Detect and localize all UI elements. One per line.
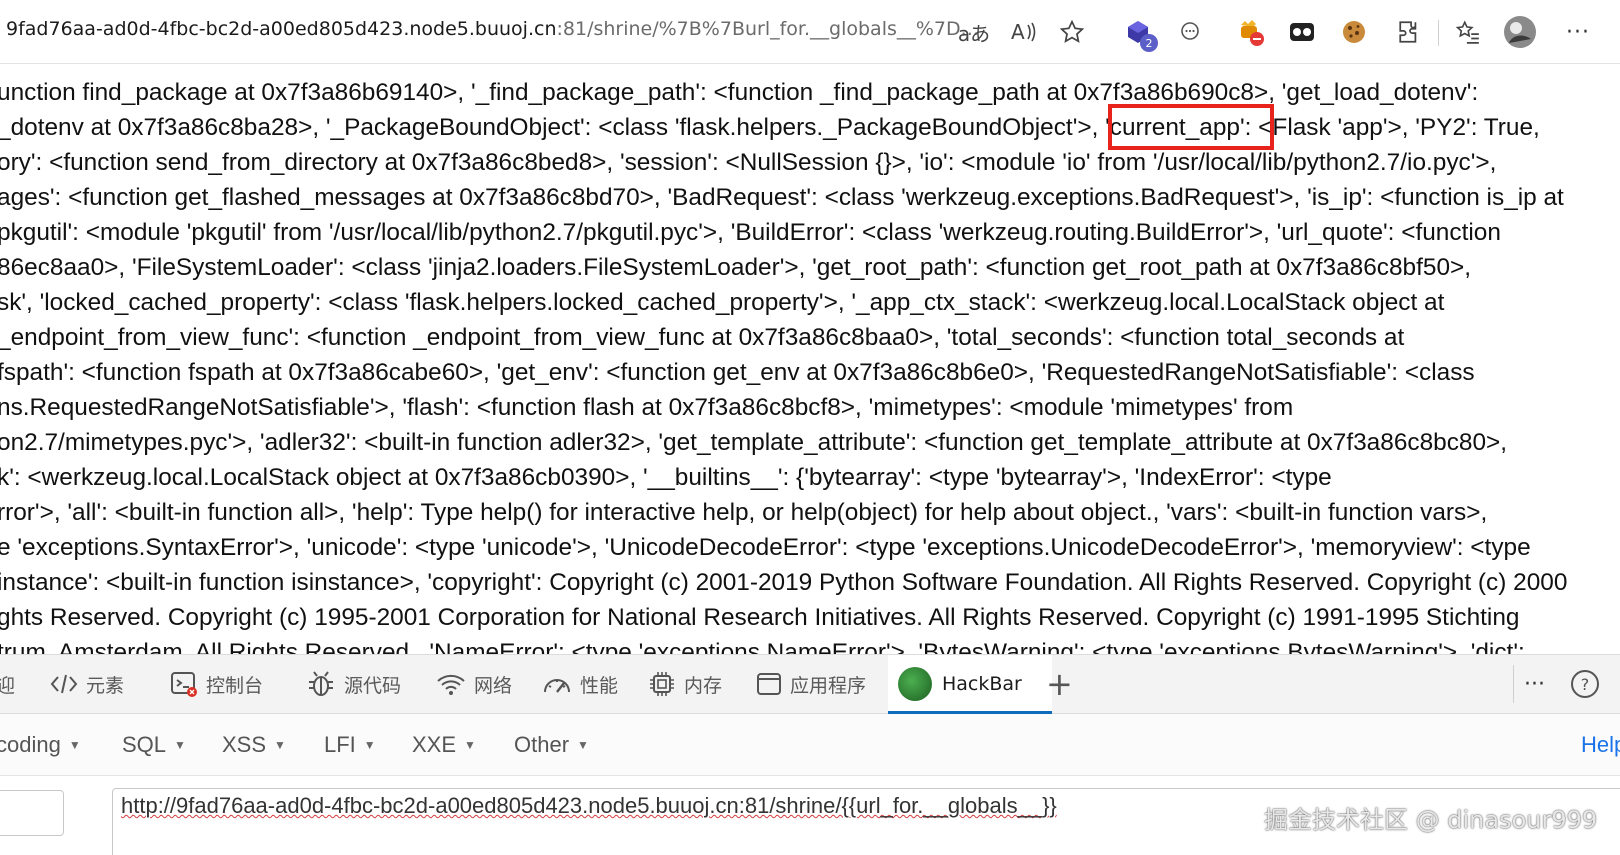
translate-icon[interactable]: aあ: [956, 14, 992, 50]
tab-elements[interactable]: 元素: [50, 655, 124, 713]
menu-xxe-label: XXE: [412, 732, 457, 757]
output-line: _dotenv at 0x7f3a86c8ba28>, '_PackageBou…: [0, 114, 1540, 141]
tab-console[interactable]: 控制台: [170, 655, 263, 713]
menu-encoding[interactable]: coding ▼: [0, 714, 81, 776]
output-line: on2.7/mimetypes.pyc'>, 'adler32': <built…: [0, 429, 1508, 456]
tab-network-label: 网络: [474, 674, 513, 697]
cookie-icon[interactable]: [1336, 14, 1372, 50]
extensions-puzzle-icon[interactable]: [1392, 14, 1428, 50]
output-line: ghts Reserved. Copyright (c) 1995-2001 C…: [0, 604, 1520, 631]
output-line: e 'exceptions.SyntaxError'>, 'unicode': …: [0, 534, 1531, 561]
menu-encoding-label: coding: [0, 732, 61, 757]
tab-hackbar-label: HackBar: [942, 673, 1022, 695]
blocked-extension-icon[interactable]: [1232, 14, 1268, 50]
menu-sql-label: SQL: [122, 732, 167, 757]
output-line: pkgutil': <module 'pkgutil' from '/usr/l…: [0, 219, 1501, 246]
help-circle-icon: ?: [1571, 670, 1599, 698]
current-app-highlight: [1108, 104, 1274, 150]
tab-welcome[interactable]: 迎: [0, 655, 15, 713]
menu-other-label: Other: [514, 732, 570, 757]
extension-badge: 2: [1140, 34, 1158, 52]
url-path: :81/shrine/%7B%7Burl_for.__globals__%7D.…: [556, 18, 979, 40]
output-line: rror'>, 'all': <built-in function all>, …: [0, 499, 1488, 526]
output-line: trum, Amsterdam. All Rights Reserved., '…: [0, 639, 1525, 654]
tab-welcome-label: 迎: [0, 674, 16, 697]
chevron-down-icon: ▼: [174, 738, 186, 752]
url-host: 9fad76aa-ad0d-4fbc-bc2d-a00ed805d423.nod…: [6, 18, 557, 40]
address-bar: 9fad76aa-ad0d-4fbc-bc2d-a00ed805d423.nod…: [0, 0, 1620, 64]
tab-elements-label: 元素: [86, 674, 125, 697]
read-aloud-icon[interactable]: A: [1006, 14, 1042, 50]
page-content: unction find_package at 0x7f3a86b69140>,…: [0, 64, 1620, 654]
add-tab-label: +: [1046, 665, 1073, 703]
toolbar-separator: [1438, 20, 1439, 46]
output-line: _endpoint_from_view_func': <function _en…: [0, 324, 1405, 351]
output-line: unction find_package at 0x7f3a86b69140>,…: [0, 79, 1479, 106]
tab-console-label: 控制台: [206, 674, 264, 697]
hackbar-url-text: http://9fad76aa-ad0d-4fbc-bc2d-a00ed805d…: [121, 793, 1057, 819]
tab-performance-label: 性能: [580, 674, 619, 697]
output-line: instance': <built-in function isinstance…: [0, 569, 1568, 596]
output-line: ns.RequestedRangeNotSatisfiable'>, 'flas…: [0, 394, 1294, 421]
output-line: 86ec8aa0>, 'FileSystemLoader': <class 'j…: [0, 254, 1472, 281]
elements-icon: [50, 673, 78, 695]
url-field[interactable]: 9fad76aa-ad0d-4fbc-bc2d-a00ed805d423.nod…: [6, 18, 979, 40]
output-line: k': <werkzeug.local.LocalStack object at…: [0, 464, 1332, 491]
menu-xxe[interactable]: XXE ▼: [412, 714, 476, 776]
menu-sql[interactable]: SQL ▼: [122, 714, 186, 776]
output-line: fspath': <function fspath at 0x7f3a86cab…: [0, 359, 1475, 386]
wifi-icon: [436, 672, 466, 696]
devtools-more-button[interactable]: ···: [1524, 655, 1545, 713]
hackbar-help-label: Help: [1581, 732, 1620, 757]
hackbar-action-box[interactable]: [0, 790, 64, 836]
menu-lfi[interactable]: LFI ▼: [324, 714, 376, 776]
chevron-down-icon: ▼: [363, 738, 376, 752]
sources-bug-icon: [306, 670, 336, 698]
menu-other[interactable]: Other ▼: [514, 714, 589, 776]
chevron-down-icon: ▼: [274, 738, 286, 752]
menu-xss[interactable]: XSS ▼: [222, 714, 286, 776]
devtools-more-label: ···: [1524, 671, 1545, 697]
tab-memory[interactable]: 内存: [648, 655, 722, 713]
add-tab-button[interactable]: +: [1046, 655, 1073, 713]
output-line: ages': <function get_flashed_messages at…: [0, 184, 1564, 211]
dark-reader-icon[interactable]: [1284, 14, 1320, 50]
chevron-down-icon: ▼: [577, 738, 589, 752]
devtools-tab-strip: 迎 元素 控制台 源代码 网络 性能 内存 应用程序 HackBar + ···…: [0, 654, 1620, 714]
chevron-down-icon: ▼: [68, 738, 81, 752]
output-line: sk', 'locked_cached_property': <class 'f…: [0, 289, 1445, 316]
tab-hackbar[interactable]: HackBar: [888, 655, 1052, 714]
globals-dump-text: unction find_package at 0x7f3a86b69140>,…: [0, 75, 1567, 654]
more-menu-icon[interactable]: ···: [1560, 14, 1596, 50]
menu-xss-label: XSS: [222, 732, 267, 757]
devtools-separator: [1513, 665, 1514, 703]
chat-bubble-icon[interactable]: [1172, 14, 1208, 50]
hackbar-help-link[interactable]: Help: [1581, 714, 1620, 776]
watermark-text: 掘金技术社区 @ dinasour999: [1264, 806, 1598, 834]
application-icon: [756, 671, 782, 697]
tab-memory-label: 内存: [684, 674, 723, 697]
tab-sources-label: 源代码: [344, 674, 402, 697]
tab-performance[interactable]: 性能: [542, 655, 618, 713]
performance-gauge-icon: [542, 672, 572, 696]
favorites-list-icon[interactable]: [1450, 14, 1486, 50]
hackbar-url-value: http://9fad76aa-ad0d-4fbc-bc2d-a00ed805d…: [121, 793, 1057, 818]
tab-network[interactable]: 网络: [436, 655, 512, 713]
tab-application-label: 应用程序: [790, 674, 867, 697]
memory-chip-icon: [648, 670, 676, 698]
devtools-help-button[interactable]: ?: [1571, 655, 1599, 713]
svg-text:A: A: [1011, 21, 1025, 43]
favorite-star-icon[interactable]: [1054, 14, 1090, 50]
output-line: ory': <function send_from_directory at 0…: [0, 149, 1497, 176]
tab-sources[interactable]: 源代码: [306, 655, 401, 713]
chevron-down-icon: ▼: [464, 738, 476, 752]
menu-lfi-label: LFI: [324, 732, 356, 757]
extension-cube-icon[interactable]: 2: [1120, 14, 1158, 52]
console-icon: [170, 671, 198, 697]
profile-avatar[interactable]: [1502, 14, 1538, 50]
hackbar-toolbar: coding ▼ SQL ▼ XSS ▼ LFI ▼ XXE ▼ Other ▼ Help: [0, 714, 1620, 776]
tab-application[interactable]: 应用程序: [756, 655, 866, 713]
hackbar-logo: [898, 667, 932, 701]
